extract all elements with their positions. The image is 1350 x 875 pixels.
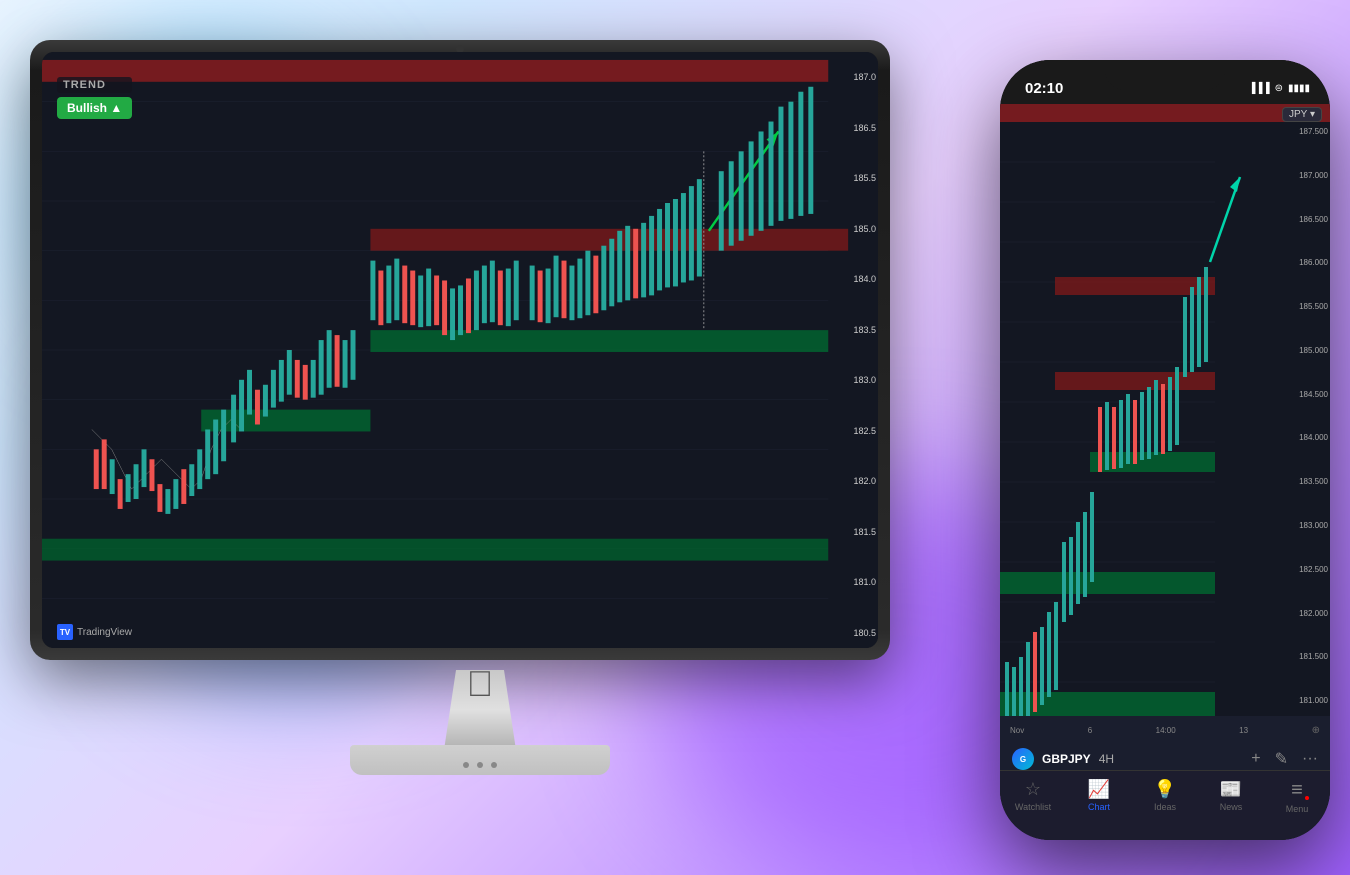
tab-chart[interactable]: 📈 Chart: [1069, 779, 1129, 812]
ip-187500: 187.500: [1273, 127, 1328, 136]
ip-186000: 186.000: [1273, 258, 1328, 267]
imac-chart-svg: [42, 52, 878, 648]
tv-icon: TV: [57, 624, 73, 640]
ip-181000: 181.000: [1273, 696, 1328, 705]
price-180: 181.0: [826, 577, 876, 587]
apple-logo-imac: : [467, 663, 494, 705]
imac-chart: JPY 187.0 186.5 185.5 185.0 184.0 183.5 …: [42, 52, 878, 648]
pair-icon: G: [1012, 748, 1034, 770]
chart-settings-icon[interactable]: ⊕: [1312, 725, 1320, 736]
imac-bezel: JPY 187.0 186.5 185.5 185.0 184.0 183.5 …: [42, 52, 878, 648]
status-time: 02:10: [1025, 80, 1063, 97]
bullish-badge: Bullish ▲: [57, 97, 132, 119]
iphone-chart-area: JPY ▾: [1000, 104, 1330, 784]
imac-price-labels: 187.0 186.5 185.5 185.0 184.0 183.5 183.…: [826, 52, 876, 648]
imac-screen-outer: JPY 187.0 186.5 185.5 185.0 184.0 183.5 …: [30, 40, 890, 660]
date-nov: Nov: [1010, 726, 1024, 735]
date-1400: 14:00: [1156, 726, 1176, 735]
price-187: 187.0: [826, 72, 876, 82]
iphone-currency: JPY: [1289, 109, 1307, 120]
price-183: 183.0: [826, 375, 876, 385]
iphone-tab-bar: ☆ Watchlist 📈 Chart 💡 Ideas 📰 News ≡ Men…: [1000, 770, 1330, 840]
wifi-icon: ⊜: [1275, 83, 1283, 94]
ip-183000: 183.000: [1273, 521, 1328, 530]
iphone-jpy-badge: JPY ▾: [1282, 107, 1322, 122]
chart-icon: 📈: [1088, 779, 1110, 800]
tab-watchlist[interactable]: ☆ Watchlist: [1003, 779, 1063, 812]
ip-184500: 184.500: [1273, 390, 1328, 399]
menu-label: Menu: [1286, 804, 1309, 814]
iphone-notch: [1105, 60, 1225, 90]
battery-icon: ▮▮▮▮: [1288, 83, 1310, 94]
iphone-price-labels: 187.500 187.000 186.500 186.000 185.500 …: [1273, 122, 1328, 754]
tab-news[interactable]: 📰 News: [1201, 779, 1261, 812]
date-13: 13: [1239, 726, 1248, 735]
watchlist-label: Watchlist: [1015, 802, 1051, 812]
price-181: 181.5: [826, 527, 876, 537]
tradingview-logo: TV TradingView: [57, 624, 132, 640]
more-icon[interactable]: ···: [1302, 750, 1318, 768]
ip-187000: 187.000: [1273, 171, 1328, 180]
news-label: News: [1220, 802, 1243, 812]
timeframe-label: 4H: [1099, 752, 1114, 766]
ideas-label: Ideas: [1154, 802, 1176, 812]
status-icons: ▐▐▐ ⊜ ▮▮▮▮: [1248, 83, 1310, 94]
price-185: 185.0: [826, 224, 876, 234]
menu-notification-dot: [1305, 796, 1309, 800]
edit-icon[interactable]: ✎: [1275, 749, 1288, 769]
signal-icon: ▐▐▐: [1248, 83, 1269, 94]
iphone-device: 02:10 ▐▐▐ ⊜ ▮▮▮▮ JPY ▾: [1000, 60, 1330, 840]
add-icon[interactable]: +: [1251, 750, 1260, 768]
ip-184000: 184.000: [1273, 433, 1328, 442]
ip-182500: 182.500: [1273, 565, 1328, 574]
ip-183500: 183.500: [1273, 477, 1328, 486]
tab-menu[interactable]: ≡ Menu: [1267, 779, 1327, 820]
iphone-info-actions: + ✎ ···: [1251, 749, 1318, 769]
ideas-icon: 💡: [1154, 779, 1176, 800]
trend-box: TREND Bullish ▲: [57, 77, 132, 119]
menu-icon: ≡: [1291, 779, 1303, 802]
iphone-date-bar: Nov 6 14:00 13 ⊕: [1000, 716, 1330, 744]
price-182: 182.0: [826, 476, 876, 486]
price-184: 184.0: [826, 274, 876, 284]
date-6: 6: [1088, 726, 1092, 735]
pair-name: GBPJPY: [1042, 752, 1091, 766]
ip-186500: 186.500: [1273, 215, 1328, 224]
ip-182000: 182.000: [1273, 609, 1328, 618]
ip-181500: 181.500: [1273, 652, 1328, 661]
iphone-screen: 02:10 ▐▐▐ ⊜ ▮▮▮▮ JPY ▾: [1000, 60, 1330, 840]
stand-dot-1: [463, 762, 469, 768]
price-186: 186.5: [826, 123, 876, 133]
price-1805: 180.5: [826, 628, 876, 638]
price-1835: 183.5: [826, 325, 876, 335]
tab-ideas[interactable]: 💡 Ideas: [1135, 779, 1195, 812]
price-1825: 182.5: [826, 426, 876, 436]
trend-label: TREND: [57, 77, 132, 93]
stand-dot-3: [491, 762, 497, 768]
imac-device: JPY 187.0 186.5 185.5 185.0 184.0 183.5 …: [30, 40, 930, 860]
imac-stand-base: [350, 745, 610, 775]
iphone-top-resistance: JPY ▾: [1000, 104, 1330, 122]
ip-185500: 185.500: [1273, 302, 1328, 311]
iphone-chart-svg: [1000, 122, 1270, 762]
watchlist-icon: ☆: [1025, 779, 1041, 800]
ip-185000: 185.000: [1273, 346, 1328, 355]
chart-label: Chart: [1088, 802, 1110, 812]
stand-dots: [463, 762, 497, 768]
news-icon: 📰: [1220, 779, 1242, 800]
price-1855: 185.5: [826, 173, 876, 183]
tv-text: TradingView: [77, 627, 132, 638]
stand-dot-2: [477, 762, 483, 768]
